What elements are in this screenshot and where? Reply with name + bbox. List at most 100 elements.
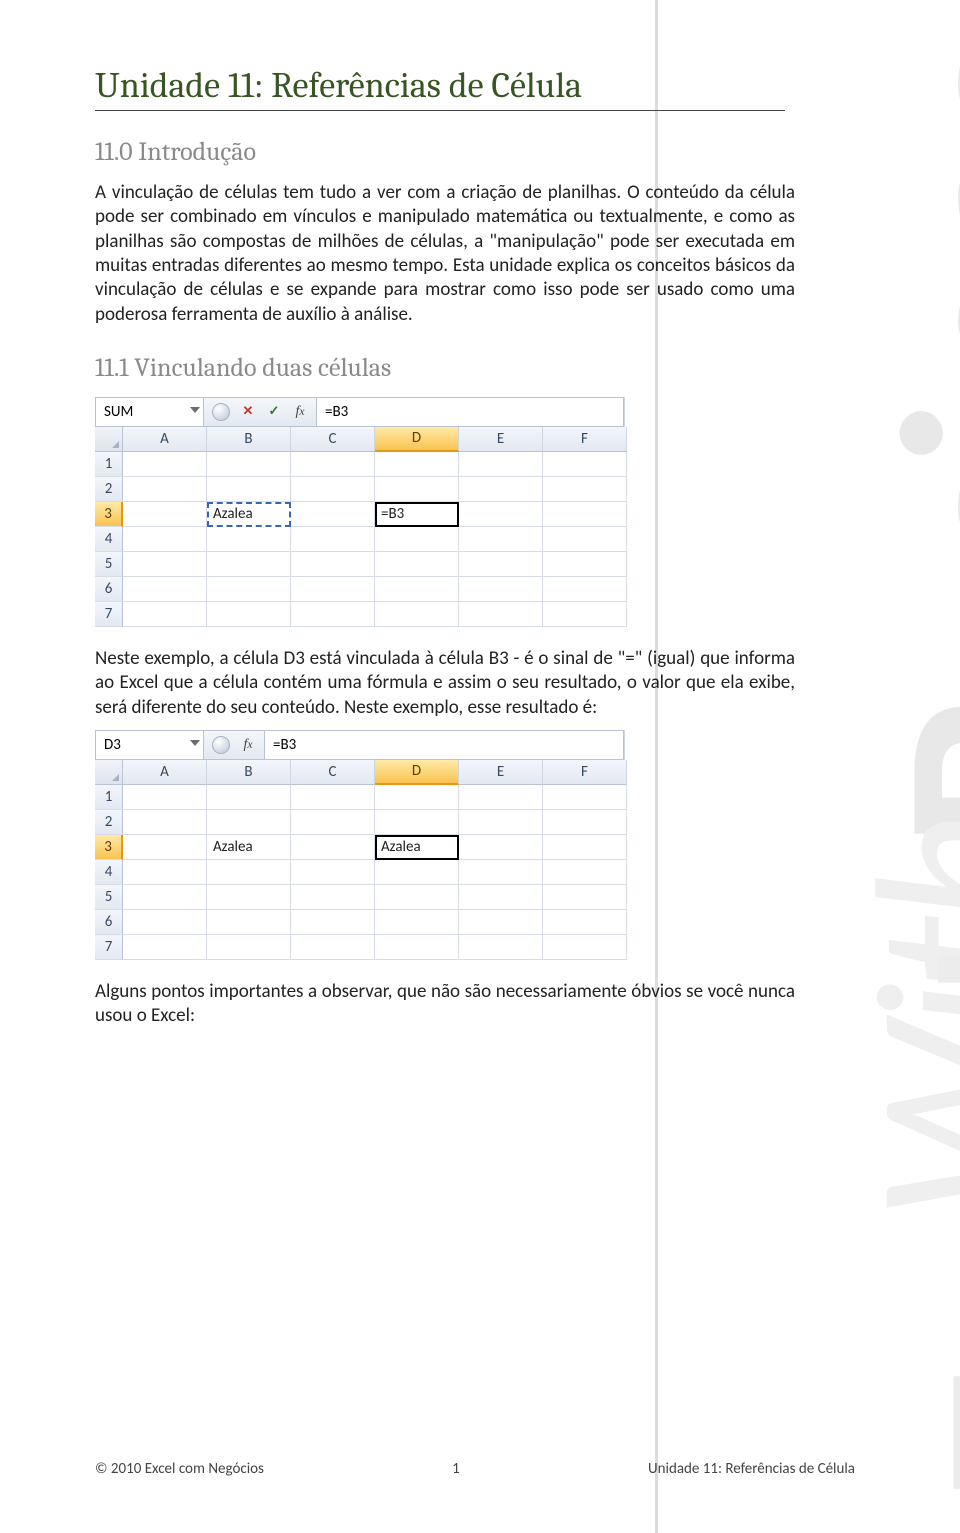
- cell[interactable]: [291, 810, 375, 835]
- cell[interactable]: [459, 835, 543, 860]
- cell[interactable]: [543, 935, 627, 960]
- row-3[interactable]: 3: [95, 502, 123, 527]
- cell[interactable]: [123, 885, 207, 910]
- fx-icon[interactable]: fx: [240, 737, 256, 753]
- cell[interactable]: [375, 477, 459, 502]
- row-4[interactable]: 4: [95, 860, 123, 885]
- cell[interactable]: [543, 452, 627, 477]
- cell[interactable]: [291, 452, 375, 477]
- row-2[interactable]: 2: [95, 810, 123, 835]
- cell[interactable]: [543, 527, 627, 552]
- col-F[interactable]: F: [543, 760, 627, 785]
- cell[interactable]: [291, 502, 375, 527]
- cell[interactable]: [543, 602, 627, 627]
- name-box-dropdown-icon[interactable]: [190, 407, 200, 413]
- cell[interactable]: [375, 527, 459, 552]
- cell[interactable]: [123, 785, 207, 810]
- cell[interactable]: [123, 602, 207, 627]
- cell[interactable]: [543, 810, 627, 835]
- col-A[interactable]: A: [123, 760, 207, 785]
- cell[interactable]: [123, 527, 207, 552]
- cell[interactable]: [123, 502, 207, 527]
- cell[interactable]: [207, 527, 291, 552]
- cell[interactable]: [375, 860, 459, 885]
- cell[interactable]: [207, 785, 291, 810]
- select-all-corner[interactable]: [95, 427, 123, 452]
- formula-input[interactable]: =B3: [317, 398, 623, 426]
- cell[interactable]: [543, 502, 627, 527]
- cell[interactable]: [459, 810, 543, 835]
- cell[interactable]: [459, 577, 543, 602]
- row-1[interactable]: 1: [95, 785, 123, 810]
- cell[interactable]: [375, 935, 459, 960]
- cell[interactable]: [207, 935, 291, 960]
- formula-input[interactable]: =B3: [265, 731, 623, 759]
- col-D[interactable]: D: [375, 760, 459, 785]
- cell-D3-active[interactable]: =B3: [375, 502, 459, 527]
- cell[interactable]: [459, 910, 543, 935]
- cell[interactable]: [123, 477, 207, 502]
- cell[interactable]: [543, 835, 627, 860]
- name-box-dropdown-icon[interactable]: [190, 740, 200, 746]
- row-6[interactable]: 6: [95, 910, 123, 935]
- cell[interactable]: [123, 835, 207, 860]
- cell[interactable]: [459, 552, 543, 577]
- cell[interactable]: [291, 835, 375, 860]
- cell-D3-active[interactable]: Azalea: [375, 835, 459, 860]
- cell[interactable]: [375, 602, 459, 627]
- enter-icon[interactable]: ✓: [266, 404, 282, 420]
- cell[interactable]: [543, 577, 627, 602]
- cell[interactable]: [459, 527, 543, 552]
- col-F[interactable]: F: [543, 427, 627, 452]
- cell-B3[interactable]: Azalea: [207, 835, 291, 860]
- col-C[interactable]: C: [291, 427, 375, 452]
- row-7[interactable]: 7: [95, 602, 123, 627]
- cell[interactable]: [291, 477, 375, 502]
- col-C[interactable]: C: [291, 760, 375, 785]
- cell[interactable]: [207, 577, 291, 602]
- col-A[interactable]: A: [123, 427, 207, 452]
- cell[interactable]: [375, 452, 459, 477]
- cell[interactable]: [207, 602, 291, 627]
- cell[interactable]: [123, 910, 207, 935]
- cell[interactable]: [543, 910, 627, 935]
- cell[interactable]: [207, 885, 291, 910]
- cell[interactable]: [207, 452, 291, 477]
- cell[interactable]: [123, 452, 207, 477]
- cell[interactable]: [543, 785, 627, 810]
- cell[interactable]: [291, 602, 375, 627]
- col-B[interactable]: B: [207, 760, 291, 785]
- cell[interactable]: [123, 552, 207, 577]
- cell[interactable]: [207, 910, 291, 935]
- cell[interactable]: [291, 860, 375, 885]
- cell[interactable]: [207, 477, 291, 502]
- cell[interactable]: [459, 935, 543, 960]
- cell[interactable]: [543, 860, 627, 885]
- col-E[interactable]: E: [459, 760, 543, 785]
- cell[interactable]: [291, 527, 375, 552]
- row-5[interactable]: 5: [95, 552, 123, 577]
- expand-icon[interactable]: [212, 403, 230, 421]
- cell[interactable]: [459, 452, 543, 477]
- cell[interactable]: [375, 885, 459, 910]
- row-2[interactable]: 2: [95, 477, 123, 502]
- cell[interactable]: [291, 552, 375, 577]
- cell[interactable]: [543, 552, 627, 577]
- col-E[interactable]: E: [459, 427, 543, 452]
- row-3[interactable]: 3: [95, 835, 123, 860]
- row-4[interactable]: 4: [95, 527, 123, 552]
- col-B[interactable]: B: [207, 427, 291, 452]
- cancel-icon[interactable]: ✕: [240, 404, 256, 420]
- cell[interactable]: [543, 885, 627, 910]
- cell[interactable]: [123, 860, 207, 885]
- cell[interactable]: [375, 552, 459, 577]
- cell-B3[interactable]: Azalea: [207, 502, 291, 527]
- fx-icon[interactable]: fx: [292, 404, 308, 420]
- cell[interactable]: [543, 477, 627, 502]
- row-7[interactable]: 7: [95, 935, 123, 960]
- cell[interactable]: [291, 935, 375, 960]
- name-box[interactable]: SUM: [96, 398, 204, 426]
- row-6[interactable]: 6: [95, 577, 123, 602]
- cell[interactable]: [123, 810, 207, 835]
- cell[interactable]: [123, 935, 207, 960]
